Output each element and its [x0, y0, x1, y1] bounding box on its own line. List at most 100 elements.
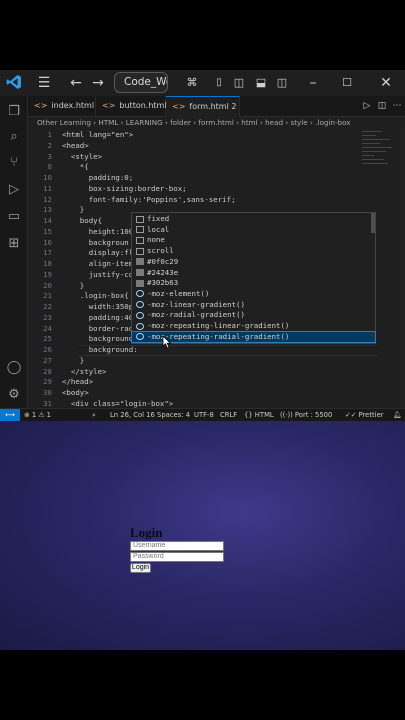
line-number: 29 [43, 377, 52, 387]
code-line[interactable]: height:100v [62, 227, 138, 236]
code-line[interactable]: backgroun [62, 238, 129, 247]
command-center-search[interactable]: Code_Wo [114, 72, 168, 93]
code-line[interactable]: <body> [62, 388, 89, 397]
suggestion-item[interactable]: -moz-repeating-linear-gradient() [132, 321, 375, 332]
login-button[interactable]: Login [130, 563, 151, 573]
line-number: 21 [43, 291, 52, 301]
line-number: 30 [43, 388, 52, 397]
code-line[interactable]: body{ [62, 216, 102, 225]
more-actions-icon[interactable]: ⋯ [388, 96, 405, 116]
indentation[interactable]: Spaces: 4 [157, 409, 190, 421]
code-line[interactable]: </head> [62, 377, 93, 386]
line-number: 16 [43, 237, 52, 247]
code-line[interactable]: padding:40p [62, 313, 138, 322]
code-line[interactable]: align-items [62, 259, 138, 268]
code-line[interactable]: } [62, 356, 84, 365]
remote-indicator-icon[interactable]: ⟷ [0, 409, 20, 421]
suggestion-scrollbar[interactable] [371, 213, 375, 233]
suggestion-label: local [147, 224, 170, 234]
code-line[interactable]: *{ [62, 162, 89, 171]
notifications-bell-icon[interactable]: 🔔︎ [393, 409, 402, 421]
html-file-icon: <> [172, 102, 186, 111]
code-line[interactable]: display:fle [62, 248, 138, 257]
suggestion-item[interactable]: -moz-radial-gradient() [132, 310, 375, 321]
forward-arrow-icon[interactable]: → [89, 73, 107, 93]
close-icon[interactable]: ✕ [377, 73, 395, 93]
vscode-logo-icon[interactable] [6, 74, 22, 90]
suggestion-label: -moz-linear-gradient() [147, 299, 245, 309]
maximize-icon[interactable]: ☐ [338, 73, 356, 93]
code-line[interactable]: } [62, 205, 84, 214]
line-number: 15 [43, 226, 52, 236]
encoding[interactable]: UTF-8 [194, 409, 214, 421]
settings-gear-icon[interactable]: ⚙ [6, 387, 22, 403]
code-line[interactable]: background- [62, 334, 138, 343]
username-input[interactable]: Username [130, 541, 224, 551]
code-line[interactable]: width:350p [62, 302, 134, 311]
language-mode[interactable]: {} HTML [244, 409, 274, 421]
minimap-line [362, 139, 390, 140]
panel-bottom-icon[interactable]: ⬓ [252, 73, 270, 93]
code-line[interactable]: box-sizing:border-box; [62, 184, 187, 193]
suggestion-label: none [147, 235, 165, 245]
tab-index-html[interactable]: <> index.html [28, 96, 96, 117]
line-number: 22 [43, 302, 52, 311]
code-line[interactable]: .login-box{ [62, 291, 129, 300]
suggestion-item[interactable]: local [132, 225, 375, 236]
code-line[interactable]: <div class="login-box"> [62, 399, 173, 408]
prettier-status[interactable]: ✓✓ Prettier [345, 409, 384, 421]
code-line[interactable]: padding:0; [62, 173, 134, 182]
suggestion-item[interactable]: scroll [132, 246, 375, 257]
tab-button-html[interactable]: <> button.html [96, 96, 167, 117]
extensions-icon[interactable]: ⊞ [6, 236, 22, 252]
problems-count[interactable]: ⊗ 1 ⚠ 1 [24, 409, 51, 421]
tab-form-html[interactable]: <>form.html 2 ✕ [166, 96, 240, 131]
line-number: 11 [43, 183, 52, 193]
panel-right-icon[interactable]: ◫ [273, 73, 291, 93]
code-line[interactable]: <html lang="en"> [62, 130, 133, 139]
live-server-port[interactable]: ((·)) Port : 5500 [280, 409, 332, 421]
code-line[interactable]: </style> [62, 367, 107, 376]
search-icon[interactable]: ⌕ [6, 129, 22, 145]
suggestion-label: #24243e [147, 267, 179, 277]
color-value-icon [136, 258, 144, 266]
copilot-icon[interactable]: ⌘ [183, 73, 201, 93]
suggestion-item[interactable]: none [132, 235, 375, 246]
code-line[interactable]: } [62, 281, 84, 290]
suggestion-item[interactable]: -moz-linear-gradient() [132, 300, 375, 311]
sidebar-toggle-icon[interactable]: ▯ [210, 73, 228, 93]
code-line[interactable]: <style> [62, 152, 102, 161]
editor-scrollbar[interactable] [400, 129, 405, 408]
panel-left-icon[interactable]: ◫ [230, 73, 248, 93]
line-number: 26 [43, 345, 52, 354]
suggestion-item[interactable]: #302b63 [132, 278, 375, 289]
code-line[interactable]: <head> [62, 141, 89, 150]
breadcrumb[interactable]: Other Learning › HTML › LEARNING › folde… [28, 117, 405, 129]
run-debug-icon[interactable]: ▷ [6, 182, 22, 198]
line-number: 20 [43, 280, 52, 290]
code-line[interactable]: background: [62, 345, 138, 354]
code-line[interactable]: border-radi [62, 324, 138, 333]
code-line[interactable]: font-family:'Poppins',sans-serif; [62, 195, 236, 204]
suggestion-item[interactable]: fixed [132, 214, 375, 225]
zoom-icon[interactable]: ⌕ [92, 409, 96, 421]
menu-icon[interactable]: ☰ [35, 73, 53, 93]
source-control-icon[interactable]: ⑂ [6, 155, 22, 171]
minimap[interactable] [358, 129, 403, 199]
code-line[interactable]: justify-con [62, 270, 138, 279]
line-ending[interactable]: CRLF [220, 409, 237, 421]
explorer-icon[interactable]: ❐ [6, 104, 22, 120]
cursor-position[interactable]: Ln 26, Col 16 [110, 409, 155, 421]
suggestion-item[interactable]: -moz-element() [132, 289, 375, 300]
line-number: 14 [43, 216, 52, 225]
minimap-line [362, 131, 382, 132]
minimize-icon[interactable]: – [304, 73, 322, 93]
autocomplete-suggestions[interactable]: fixed local none scroll #0f0c29 #24243e #302b6… [131, 212, 376, 344]
line-number: 27 [43, 355, 52, 365]
account-icon[interactable]: ◯ [6, 360, 22, 376]
password-input[interactable]: Password [130, 552, 224, 562]
suggestion-item[interactable]: #24243e [132, 268, 375, 279]
remote-explorer-icon[interactable]: ▭ [6, 209, 22, 225]
back-arrow-icon[interactable]: ← [67, 73, 85, 93]
suggestion-item[interactable]: #0f0c29 [132, 257, 375, 268]
